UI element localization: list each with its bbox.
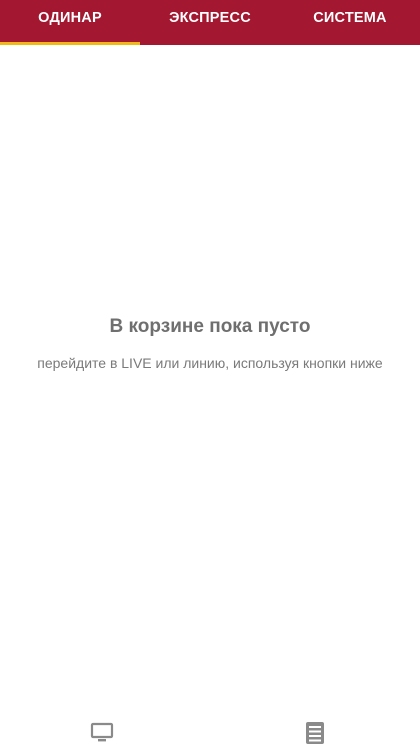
tab-system-label: СИСТЕМА bbox=[313, 10, 387, 26]
tab-single[interactable]: ОДИНАР bbox=[0, 0, 140, 45]
empty-state: В корзине пока пусто перейдите в LIVE ил… bbox=[0, 316, 420, 373]
betslip-screen: ОДИНАР ЭКСПРЕСС СИСТЕМА В корзине пока п… bbox=[0, 0, 420, 756]
tab-system[interactable]: СИСТЕМА bbox=[280, 0, 420, 45]
tab-single-label: ОДИНАР bbox=[38, 10, 102, 26]
bottom-navigation bbox=[0, 704, 420, 756]
bet-type-tabbar: ОДИНАР ЭКСПРЕСС СИСТЕМА bbox=[0, 0, 420, 45]
list-icon bbox=[306, 722, 324, 744]
tab-express-label: ЭКСПРЕСС bbox=[169, 10, 251, 26]
empty-state-subtitle: перейдите в LIVE или линию, используя кн… bbox=[37, 355, 383, 371]
tv-icon bbox=[90, 722, 114, 742]
tab-express[interactable]: ЭКСПРЕСС bbox=[140, 0, 280, 45]
live-button[interactable] bbox=[82, 716, 122, 750]
empty-state-title: В корзине пока пусто bbox=[109, 316, 311, 337]
line-button[interactable] bbox=[295, 716, 335, 750]
